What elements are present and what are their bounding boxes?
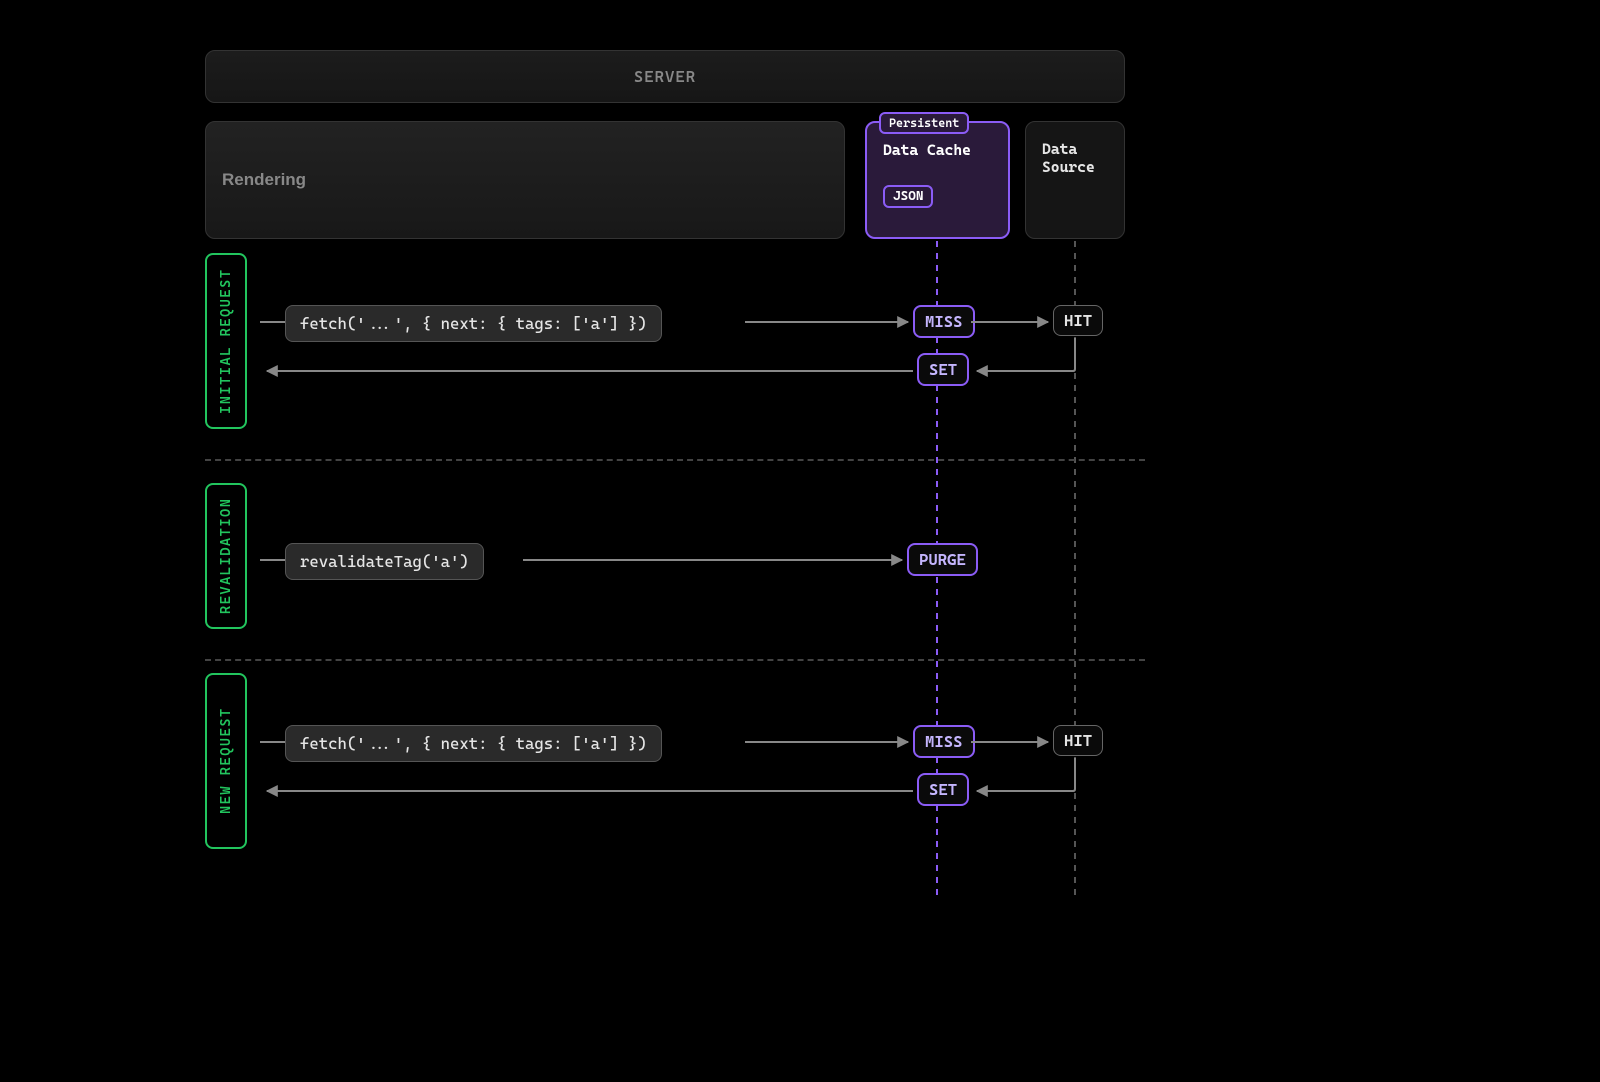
section-label-new: NEW REQUEST (205, 673, 247, 849)
hit-badge-1: HIT (1053, 305, 1103, 336)
section-label-revalidation: REVALIDATION (205, 483, 247, 629)
columns-row: Rendering Persistent Data Cache JSON Dat… (205, 121, 1125, 241)
server-header: SERVER (205, 50, 1125, 103)
hit-badge-2: HIT (1053, 725, 1103, 756)
miss-badge-2: MISS (913, 725, 975, 758)
flow-area: INITIAL REQUEST fetch('...', { next: { t… (205, 241, 1125, 811)
set-badge-1: SET (917, 353, 969, 386)
code-revalidate: revalidateTag('a') (285, 543, 484, 580)
section-revalidation: REVALIDATION revalidateTag('a') PURGE (205, 471, 1125, 641)
code-fetch-new: fetch('...', { next: { tags: ['a'] }) (285, 725, 662, 762)
set-badge-2: SET (917, 773, 969, 806)
data-cache-title: Data Cache (883, 141, 992, 159)
diagram-container: SERVER Rendering Persistent Data Cache J… (205, 50, 1125, 811)
divider-1 (205, 459, 1145, 461)
purge-badge: PURGE (907, 543, 978, 576)
data-source-title: Data Source (1042, 140, 1108, 176)
rendering-box: Rendering (205, 121, 845, 239)
rendering-title: Rendering (222, 170, 306, 190)
section-new-request: NEW REQUEST fetch('...', { next: { tags:… (205, 661, 1125, 861)
data-cache-box: Persistent Data Cache JSON (865, 121, 1010, 239)
code-fetch-initial: fetch('...', { next: { tags: ['a'] }) (285, 305, 662, 342)
section-label-initial: INITIAL REQUEST (205, 253, 247, 429)
persistent-badge: Persistent (879, 112, 969, 134)
json-badge: JSON (883, 185, 933, 208)
data-source-box: Data Source (1025, 121, 1125, 239)
miss-badge-1: MISS (913, 305, 975, 338)
section-initial-request: INITIAL REQUEST fetch('...', { next: { t… (205, 241, 1125, 441)
